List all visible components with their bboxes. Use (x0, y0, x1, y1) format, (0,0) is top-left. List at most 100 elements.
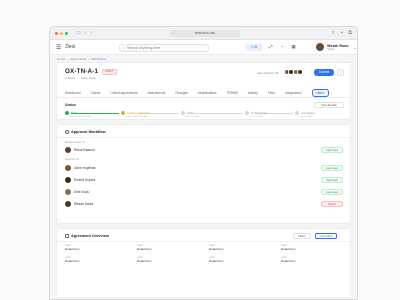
bell-icon[interactable]: ◔ (281, 44, 284, 50)
last-edited-text: Last edited by 28 (257, 71, 279, 75)
maximize-window-icon[interactable] (65, 31, 68, 35)
avatar (316, 43, 324, 51)
step-date: Jun 12, 2025 (300, 116, 313, 118)
header-icons: ⤢ ◔ ▦ (269, 44, 296, 50)
tab-status[interactable]: Status (311, 89, 329, 97)
view-details-button[interactable]: View Details (314, 102, 344, 108)
step-label: In Clearance (251, 111, 267, 115)
tab-terms[interactable]: TERMS (227, 91, 238, 95)
document-header-card: OX-TN-A-1 DRAFT Created Entity Name Last… (56, 62, 351, 120)
filter-button[interactable]: Filters (293, 233, 311, 239)
more-options-button[interactable]: ⋮ (337, 69, 344, 76)
collaborator-avatars[interactable] (283, 69, 303, 75)
person-name: Wezah Sartor (74, 202, 94, 206)
minimize-window-icon[interactable] (60, 31, 63, 35)
detail-cell: Label Detail Item (137, 244, 151, 251)
step-label: Completed (301, 111, 315, 115)
forward-icon[interactable]: › (90, 30, 92, 36)
detail-cell: Label Detail Item (65, 244, 79, 251)
user-role: Admin (327, 47, 335, 51)
view-more-button[interactable]: View More (315, 233, 337, 239)
overview-title: Agreement Overview (65, 234, 109, 238)
breadcrumb-home[interactable]: Home (57, 57, 65, 61)
expand-icon[interactable]: ⤢ (269, 44, 273, 50)
approver-row: Emerid Hopers (65, 177, 95, 183)
chevron-down-icon: ⌄ (353, 44, 357, 50)
new-tab-icon[interactable]: + (341, 30, 344, 36)
detail-value: Detail Item (65, 247, 80, 251)
share-icon[interactable]: ⇪ (331, 30, 335, 36)
step-icon (295, 111, 299, 115)
browser-actions: ⇪ + ⧉ (331, 30, 352, 36)
detail-cell: Label Detail Item (209, 256, 223, 263)
status-section-title: Status (65, 103, 76, 107)
app-header: ☰ Dexi ⌕ Search anything here ✦ AI ⤢ ◔ ▦… (50, 40, 357, 55)
submit-button[interactable]: Submit (314, 69, 334, 76)
tab-activity[interactable]: Activity (248, 91, 258, 95)
step-date: Jun 12, 2025 (250, 116, 263, 118)
person-name: Rahul Kawood (74, 148, 95, 152)
tab-claims[interactable]: Claims (91, 91, 101, 95)
search-placeholder: Search anything here (126, 46, 161, 50)
tab-linked-agreements[interactable]: Linked agreements (110, 91, 137, 95)
step-label: Awaiting Approval (127, 111, 150, 115)
meta-created: Created (65, 76, 75, 80)
person-name: Emerid Hopers (74, 178, 96, 182)
approver-row: Wezah Sartor (65, 201, 93, 207)
agreement-overview-card: Agreement Overview Filters View More Lab… (56, 228, 351, 298)
breadcrumb: Home › Agreements › OX-TN-A-1 (50, 55, 357, 62)
tab-dashboard[interactable]: Dashboard (65, 91, 81, 95)
step-awaiting-approval: Awaiting Approval (121, 111, 149, 115)
step-draft: Draft (65, 111, 77, 115)
user-menu[interactable]: Wezah Rono Admin ⌄ (316, 43, 357, 51)
address-bar[interactable]: www.dexi.com (170, 30, 240, 37)
menu-icon[interactable]: ☰ (56, 44, 61, 51)
search-input[interactable]: ⌕ Search anything here (119, 44, 209, 52)
status-badge: Approved (321, 147, 343, 153)
workflow-title: Approval Workflow (65, 130, 106, 134)
detail-value: Detail Item (209, 247, 224, 251)
ai-button[interactable]: ✦ AI (245, 44, 263, 51)
pending-icon (121, 111, 125, 115)
back-icon[interactable]: ‹ (85, 30, 87, 36)
budget-owner-label: Budget Owner To (65, 141, 85, 144)
tab-bar: Dashboard Claims Linked agreements Attac… (65, 89, 329, 97)
breadcrumb-separator: › (88, 56, 90, 61)
budget-owner: Rahul Kawood (65, 147, 95, 153)
avatar (65, 189, 71, 195)
check-icon (65, 111, 69, 115)
detail-value: Detail Item (281, 247, 296, 251)
tab-integrations[interactable]: Integrations (285, 91, 302, 95)
step-completed: Completed (295, 111, 315, 115)
breadcrumb-agreements[interactable]: Agreements (70, 57, 86, 61)
avatar (65, 147, 71, 153)
detail-cell: Label Detail Item (281, 244, 295, 251)
avatar (297, 69, 303, 75)
step-connector (263, 113, 293, 114)
step-date: Jun 12, 2025 (186, 116, 199, 118)
window-controls (55, 31, 68, 35)
workflow-title-text: Approval Workflow (71, 130, 106, 134)
grid-icon[interactable]: ▦ (291, 44, 295, 50)
status-badge: Reject (321, 201, 343, 207)
close-window-icon[interactable] (55, 31, 58, 35)
sidebar-toggle-icon[interactable]: ▭ (76, 30, 81, 36)
ai-button-label: AI (254, 45, 258, 49)
step-icon (245, 111, 249, 115)
status-badge: Approved (321, 165, 343, 171)
tab-changes[interactable]: Changes (175, 91, 188, 95)
divider (57, 137, 350, 138)
step-label: Active (187, 111, 195, 115)
detail-value: Detail Item (137, 259, 152, 263)
tabs-overview-icon[interactable]: ⧉ (348, 30, 352, 36)
step-active: Active (181, 111, 195, 115)
step-connector (195, 113, 243, 114)
approver-row: Dimi Sulyu (65, 189, 89, 195)
tab-attachments[interactable]: Attachments (147, 91, 165, 95)
breadcrumb-separator: › (67, 56, 69, 61)
detail-value: Detail Item (137, 247, 152, 251)
detail-cell: Label Detail Item (137, 256, 151, 263)
tab-modifications[interactable]: Modifications (198, 91, 217, 95)
tab-fees[interactable]: Fees (268, 91, 275, 95)
status-stepper: Draft Jun 12, 2025 9:30 AM Awaiting Appr… (65, 111, 346, 120)
